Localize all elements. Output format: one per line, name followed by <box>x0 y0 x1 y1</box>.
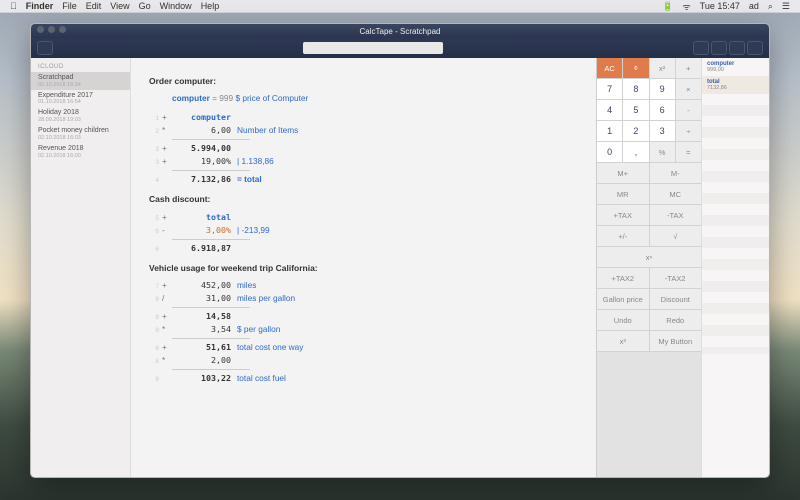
menu-file[interactable]: File <box>62 1 77 11</box>
close-icon[interactable] <box>37 26 44 33</box>
key-backspace[interactable]: ⌽ <box>623 58 649 79</box>
toolbar-button-2[interactable] <box>711 41 727 55</box>
key-mminus[interactable]: M- <box>650 163 702 184</box>
sidebar: ICLOUD Scratchpad02.10.2018 16:34 Expend… <box>31 58 131 477</box>
spotlight-icon[interactable]: ⌕ <box>768 1 773 12</box>
minimize-icon[interactable] <box>48 26 55 33</box>
key-mybutton[interactable]: My Button <box>650 331 702 352</box>
zoom-icon[interactable] <box>59 26 66 33</box>
key-mplus[interactable]: M+ <box>597 163 650 184</box>
menu-finder[interactable]: Finder <box>26 1 54 11</box>
key-mr[interactable]: MR <box>597 184 650 205</box>
key-plustax[interactable]: +TAX <box>597 205 650 226</box>
key-4[interactable]: 4 <box>597 100 623 121</box>
key-percent[interactable]: % <box>650 142 676 163</box>
key-redo[interactable]: Redo <box>650 310 702 331</box>
window-title: CalcTape - Scratchpad <box>360 27 441 36</box>
app-window: CalcTape - Scratchpad ICLOUD Scratchpad0… <box>30 23 770 478</box>
key-plus[interactable]: + <box>676 58 701 79</box>
sidebar-item-revenue[interactable]: Revenue 201802.10.2018 16:00 <box>31 143 130 161</box>
sidebar-item-expenditure[interactable]: Expenditure 201701.10.2018 16:54 <box>31 90 130 108</box>
sidebar-item-pocket-money[interactable]: Pocket money children02.10.2018 16:03 <box>31 125 130 143</box>
key-2[interactable]: 2 <box>623 121 649 142</box>
key-gallon-price[interactable]: Gallon price <box>597 289 650 310</box>
key-1[interactable]: 1 <box>597 121 623 142</box>
section-title: Order computer: <box>149 75 578 88</box>
sidebar-item-scratchpad[interactable]: Scratchpad02.10.2018 16:34 <box>31 72 130 90</box>
toolbar <box>31 38 769 58</box>
key-cube[interactable]: x³ <box>597 331 650 352</box>
key-multiply[interactable]: × <box>676 79 701 100</box>
key-plustax2[interactable]: +TAX2 <box>597 268 650 289</box>
result-total[interactable]: total7132,86 <box>702 76 769 94</box>
sidebar-toggle-button[interactable] <box>37 41 53 55</box>
key-undo[interactable]: Undo <box>597 310 650 331</box>
menu-edit[interactable]: Edit <box>86 1 102 11</box>
titlebar: CalcTape - Scratchpad <box>31 24 769 38</box>
keypad: AC ⌽ x² + 7 8 9 × 4 5 6 - 1 2 3 ÷ <box>596 58 701 477</box>
menu-help[interactable]: Help <box>201 1 220 11</box>
toolbar-button-4[interactable] <box>747 41 763 55</box>
toolbar-button-3[interactable] <box>729 41 745 55</box>
key-8[interactable]: 8 <box>623 79 649 100</box>
status-wifi-icon[interactable]: ᯤ <box>682 0 690 13</box>
key-ac[interactable]: AC <box>597 58 623 79</box>
menu-view[interactable]: View <box>110 1 129 11</box>
key-7[interactable]: 7 <box>597 79 623 100</box>
key-0[interactable]: 0 <box>597 142 623 163</box>
key-5[interactable]: 5 <box>623 100 649 121</box>
key-6[interactable]: 6 <box>650 100 676 121</box>
result-computer[interactable]: computer999,00 <box>702 58 769 76</box>
key-square[interactable]: x² <box>650 58 676 79</box>
results-empty-stripes <box>702 94 769 354</box>
notification-center-icon[interactable]: ☰ <box>782 1 790 12</box>
key-decimal[interactable]: , <box>623 142 649 163</box>
tape-area[interactable]: Order computer: computer = 999 $ price o… <box>131 58 596 477</box>
key-plusminus[interactable]: +/- <box>597 226 650 247</box>
key-xpow[interactable]: xⁿ <box>597 247 701 268</box>
sidebar-item-holiday[interactable]: Holiday 201828.09.2018 19:03 <box>31 107 130 125</box>
key-9[interactable]: 9 <box>650 79 676 100</box>
key-divide[interactable]: ÷ <box>676 121 701 142</box>
macos-menubar:  Finder File Edit View Go Window Help 🔋… <box>0 0 800 13</box>
status-battery-icon[interactable]: 🔋 <box>662 1 673 12</box>
key-minustax2[interactable]: -TAX2 <box>650 268 702 289</box>
status-user[interactable]: ad <box>749 1 759 11</box>
key-discount[interactable]: Discount <box>650 289 702 310</box>
key-minus[interactable]: - <box>676 100 701 121</box>
menu-window[interactable]: Window <box>160 1 192 11</box>
key-equals[interactable]: = <box>676 142 701 163</box>
results-panel: computer999,00 total7132,86 <box>701 58 769 477</box>
title-field[interactable] <box>303 42 443 54</box>
sidebar-section-header: ICLOUD <box>31 62 130 72</box>
status-clock[interactable]: Tue 15:47 <box>700 1 740 11</box>
key-3[interactable]: 3 <box>650 121 676 142</box>
key-mc[interactable]: MC <box>650 184 702 205</box>
toolbar-button-1[interactable] <box>693 41 709 55</box>
key-sqrt[interactable]: √ <box>650 226 702 247</box>
var-computer: computer <box>172 92 210 105</box>
menu-go[interactable]: Go <box>139 1 151 11</box>
apple-icon[interactable]:  <box>10 1 17 11</box>
window-controls[interactable] <box>37 26 66 33</box>
key-minustax[interactable]: -TAX <box>650 205 702 226</box>
